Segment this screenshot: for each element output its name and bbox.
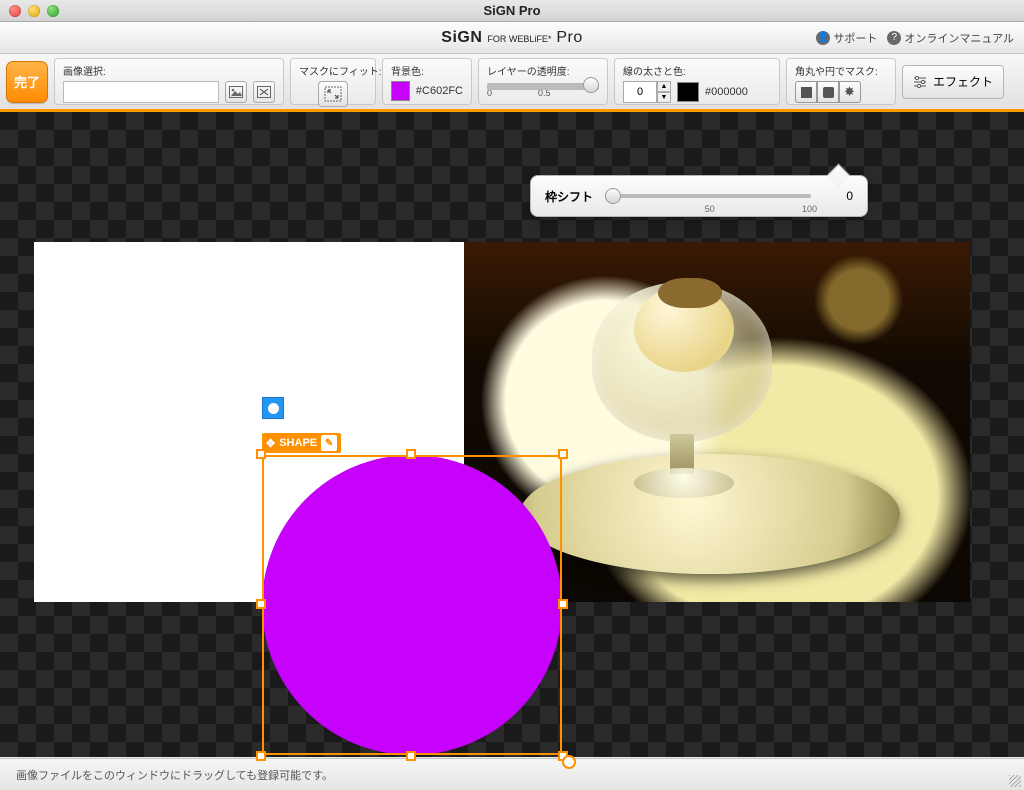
group-image-select: 画像選択: [54, 58, 284, 105]
move-icon: ✥ [266, 437, 275, 450]
handle-w[interactable] [256, 599, 266, 609]
manual-link[interactable]: ? オンラインマニュアル [887, 30, 1014, 46]
frame-shift-popover: 枠シフト 0 50 100 [530, 175, 868, 217]
line-label: 線の太さと色: [623, 63, 771, 78]
opacity-thumb[interactable] [583, 77, 599, 93]
selection-label[interactable]: ✥ SHAPE ✎ [262, 433, 341, 453]
brand-name: SiGN [441, 29, 482, 46]
browse-image-button[interactable] [225, 81, 247, 103]
image-select-input[interactable] [63, 81, 219, 103]
resize-grip[interactable] [1009, 775, 1021, 787]
header-links: 👤 サポート ? オンラインマニュアル [816, 30, 1014, 46]
frame-shift-slider[interactable] [605, 194, 811, 198]
effect-button[interactable]: エフェクト [902, 65, 1004, 99]
handle-s[interactable] [406, 751, 416, 761]
edit-icon[interactable]: ✎ [321, 435, 337, 451]
canvas[interactable]: 枠シフト 0 50 100 [0, 112, 1024, 757]
circle-icon [268, 403, 279, 414]
support-link[interactable]: 👤 サポート [816, 30, 877, 46]
app-brand: SiGN FOR WEBLiFE* Pro [441, 29, 582, 47]
group-line: 線の太さと色: ▲ ▼ #000000 [614, 58, 780, 105]
selection-label-text: SHAPE [279, 437, 317, 449]
line-width-down[interactable]: ▼ [657, 92, 671, 103]
bg-color-hex: #C602FC [416, 85, 463, 97]
toolbar: 完了 画像選択: マスクにフィット: 背景色: #C602FC レイヤーの透明度 [0, 54, 1024, 112]
square-icon [801, 87, 812, 98]
shift-tick-max: 100 [802, 204, 817, 214]
group-opacity: レイヤーの透明度: 0 0.5 [478, 58, 608, 105]
done-button[interactable]: 完了 [6, 61, 48, 103]
mask-label: 角丸や円でマスク: [795, 63, 887, 78]
group-mask-shape: 角丸や円でマスク: ✸ [786, 58, 896, 105]
line-width-up[interactable]: ▲ [657, 81, 671, 92]
image-icon [229, 86, 243, 98]
brand-sub: FOR WEBLiFE* [487, 34, 551, 44]
line-width-stepper: ▲ ▼ [623, 81, 671, 103]
rotate-handle[interactable] [562, 755, 576, 769]
opacity-label: レイヤーの透明度: [487, 63, 599, 78]
shape-selection[interactable]: ✥ SHAPE ✎ [262, 455, 562, 755]
support-label: サポート [833, 30, 877, 46]
handle-e[interactable] [558, 599, 568, 609]
frame-shift-label: 枠シフト [545, 188, 593, 205]
window-title: SiGN Pro [0, 3, 1024, 18]
image-select-label: 画像選択: [63, 63, 275, 78]
mask-circle-button[interactable] [262, 397, 284, 419]
opacity-slider[interactable] [487, 83, 599, 90]
help-icon: ? [887, 31, 901, 45]
shift-tick-mid: 50 [705, 204, 715, 214]
handle-n[interactable] [406, 449, 416, 459]
group-fit-mask: マスクにフィット: [290, 58, 376, 105]
photo-cup [572, 282, 792, 522]
brand-bar: SiGN FOR WEBLiFE* Pro 👤 サポート ? オンラインマニュア… [0, 22, 1024, 54]
mask-shape-options: ✸ [795, 81, 861, 103]
selection-border [262, 455, 562, 755]
line-color-hex: #000000 [705, 86, 748, 98]
mask-rounded-button[interactable] [817, 81, 839, 103]
handle-nw[interactable] [256, 449, 266, 459]
status-hint: 画像ファイルをこのウィンドウにドラッグしても登録可能です。 [16, 767, 333, 783]
expand-icon [324, 86, 342, 102]
clear-image-button[interactable] [253, 81, 275, 103]
user-icon: 👤 [816, 31, 830, 45]
rounded-icon [823, 87, 834, 98]
mask-burst-button[interactable]: ✸ [839, 81, 861, 103]
bg-color-swatch[interactable] [391, 81, 410, 101]
manual-label: オンラインマニュアル [904, 30, 1014, 46]
brand-suffix: Pro [556, 29, 582, 46]
group-bg-color: 背景色: #C602FC [382, 58, 472, 105]
line-color-swatch[interactable] [677, 82, 699, 102]
handle-sw[interactable] [256, 751, 266, 761]
frame-shift-thumb[interactable] [605, 188, 621, 204]
burst-icon: ✸ [844, 86, 856, 98]
fit-label: マスクにフィット: [299, 63, 367, 78]
handle-ne[interactable] [558, 449, 568, 459]
status-bar: 画像ファイルをこのウィンドウにドラッグしても登録可能です。 [0, 758, 1024, 790]
image-x-icon [257, 86, 271, 98]
frame-shift-value: 0 [823, 189, 853, 203]
fit-mask-button[interactable] [318, 81, 348, 107]
sliders-icon [913, 76, 927, 88]
mask-square-button[interactable] [795, 81, 817, 103]
effect-label: エフェクト [933, 73, 993, 90]
shift-tick-min [615, 204, 618, 214]
titlebar: SiGN Pro [0, 0, 1024, 22]
line-width-input[interactable] [623, 81, 657, 103]
bg-label: 背景色: [391, 63, 463, 78]
